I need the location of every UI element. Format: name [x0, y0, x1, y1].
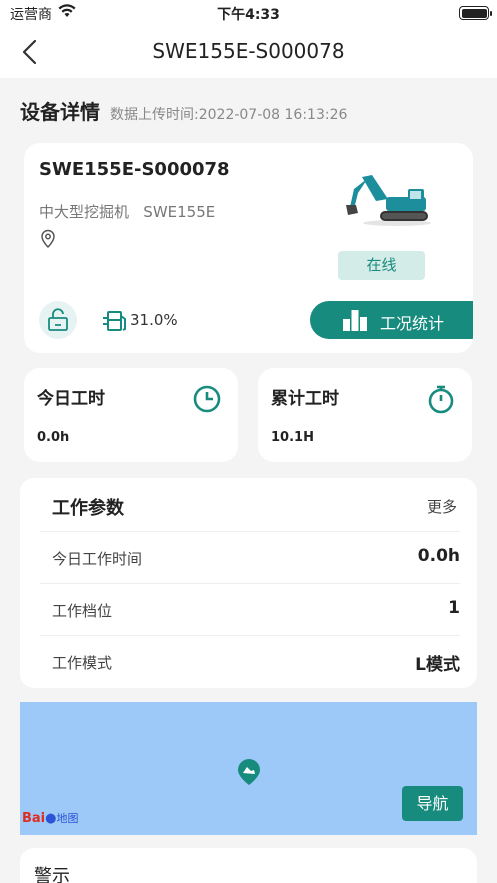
- section-header: 设备详情 数据上传时间:2022-07-08 16:13:26: [20, 96, 347, 125]
- navigation-bar: SWE155E-S000078: [0, 26, 497, 78]
- today-hours-value: 0.0h: [37, 430, 70, 445]
- param-row: 工作模式 L模式: [40, 635, 460, 687]
- map-marker-icon[interactable]: [237, 758, 261, 786]
- total-hours-value: 10.1H: [271, 430, 314, 445]
- param-row: 今日工作时间 0.0h: [40, 531, 460, 583]
- online-status-badge: 在线: [338, 251, 425, 280]
- total-hours-label: 累计工时: [271, 389, 339, 409]
- param-row: 工作档位 1: [40, 583, 460, 635]
- param-value: L模式: [415, 655, 460, 675]
- baidu-map-logo: Bai●地图: [22, 810, 78, 826]
- alert-title: 警示: [34, 866, 70, 883]
- work-params-card: 工作参数 更多 今日工作时间 0.0h 工作档位 1 工作模式 L模式: [20, 478, 477, 688]
- logo-text: Bai: [22, 811, 46, 826]
- status-bar: 运营商 下午4:33: [0, 0, 497, 26]
- device-card: SWE155E-S000078 中大型挖掘机 SWE155E 在线 31.0% …: [24, 143, 473, 353]
- unlock-icon: [48, 308, 68, 331]
- param-key: 工作档位: [52, 602, 113, 620]
- fuel-pump-icon: [102, 309, 128, 333]
- fuel-level: 31.0%: [130, 311, 178, 329]
- work-statistics-label: 工况统计: [380, 314, 445, 333]
- map-view[interactable]: 导航 Bai●地图: [20, 702, 477, 835]
- navigate-button[interactable]: 导航: [402, 786, 463, 821]
- param-key: 今日工作时间: [52, 550, 143, 568]
- param-key: 工作模式: [52, 654, 113, 672]
- param-value: 1: [448, 598, 460, 618]
- upload-time: 数据上传时间:2022-07-08 16:13:26: [110, 107, 348, 123]
- lock-button[interactable]: [39, 301, 77, 339]
- logo-text-map: 地图: [56, 812, 79, 825]
- today-hours-card: 今日工时 0.0h: [24, 368, 238, 462]
- total-hours-card: 累计工时 10.1H: [258, 368, 472, 462]
- today-hours-label: 今日工时: [37, 389, 105, 409]
- page-title: SWE155E-S000078: [152, 39, 345, 63]
- location-pin-icon[interactable]: [39, 229, 57, 249]
- work-params-title: 工作参数: [52, 498, 124, 519]
- param-value: 0.0h: [417, 546, 460, 566]
- work-statistics-button[interactable]: 工况统计: [310, 301, 473, 339]
- clock: 下午4:33: [217, 7, 280, 23]
- paw-icon: ●: [45, 811, 57, 826]
- excavator-image: [342, 169, 432, 227]
- more-link[interactable]: 更多: [427, 496, 457, 517]
- alert-card: 警示: [20, 848, 477, 883]
- device-model: SWE155E-S000078: [39, 159, 230, 180]
- battery-icon: [459, 6, 492, 20]
- section-title: 设备详情: [20, 100, 100, 124]
- stopwatch-icon: [426, 384, 456, 414]
- clock-icon: [192, 384, 222, 414]
- bar-chart-icon: [343, 310, 367, 331]
- device-type: 中大型挖掘机 SWE155E: [39, 203, 216, 221]
